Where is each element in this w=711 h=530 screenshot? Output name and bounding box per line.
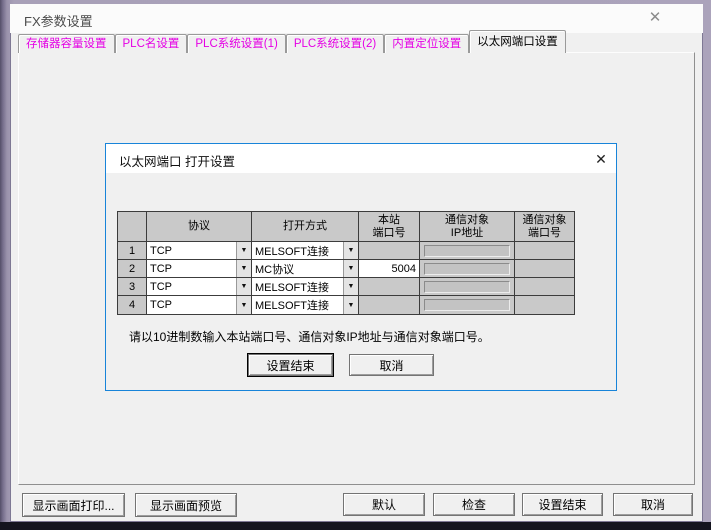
tab-ethernet-port[interactable]: 以太网端口设置 [469, 30, 566, 53]
open-method-select[interactable]: MELSOFT连接▼ [252, 278, 358, 295]
tab-plc-system-2[interactable]: PLC系统设置(2) [286, 34, 384, 53]
dropdown-arrow-icon[interactable]: ▼ [343, 260, 358, 277]
target-port-cell [515, 296, 574, 314]
col-header-open-method: 打开方式 [252, 212, 359, 242]
default-button[interactable]: 默认 [343, 493, 425, 516]
dropdown-arrow-icon[interactable]: ▼ [236, 242, 251, 259]
open-method-select[interactable]: MC协议▼ [252, 260, 358, 277]
target-ip-field [424, 299, 510, 311]
target-port-cell [515, 260, 574, 278]
dialog-close-icon[interactable]: ✕ [590, 149, 612, 169]
table-row: 2 TCP▼ MC协议▼ 5004 [118, 260, 574, 278]
host-port-input[interactable]: 5004 [359, 260, 420, 278]
protocol-select[interactable]: TCP▼ [147, 242, 251, 259]
row-number: 4 [118, 296, 147, 314]
dropdown-arrow-icon[interactable]: ▼ [236, 260, 251, 277]
check-button[interactable]: 检查 [433, 493, 515, 516]
table-header-row: 协议 打开方式 本站端口号 通信对象IP地址 通信对象端口号 [118, 212, 574, 242]
col-header-target-port: 通信对象端口号 [515, 212, 574, 242]
table-row: 4 TCP▼ MELSOFT连接▼ [118, 296, 574, 314]
close-icon[interactable]: ✕ [644, 8, 666, 28]
target-ip-cell [420, 296, 515, 314]
dropdown-arrow-icon[interactable]: ▼ [236, 296, 251, 314]
dialog-cancel-button[interactable]: 取消 [349, 354, 434, 376]
window-title: FX参数设置 [24, 11, 93, 30]
setting-finish-button[interactable]: 设置结束 [522, 493, 603, 516]
open-method-cell: MELSOFT连接▼ [252, 296, 359, 314]
dialog-finish-button[interactable]: 设置结束 [248, 354, 333, 376]
dialog-title: 以太网端口 打开设置 [119, 151, 235, 170]
target-ip-field [424, 263, 510, 275]
open-method-cell: MC协议▼ [252, 260, 359, 278]
dropdown-arrow-icon[interactable]: ▼ [236, 278, 251, 295]
cancel-button[interactable]: 取消 [613, 493, 693, 516]
protocol-cell: TCP▼ [147, 242, 252, 260]
window-titlebar [10, 4, 703, 33]
table-row: 3 TCP▼ MELSOFT连接▼ [118, 278, 574, 296]
protocol-select[interactable]: TCP▼ [147, 260, 251, 277]
row-number: 3 [118, 278, 147, 296]
target-port-cell [515, 278, 574, 296]
open-method-cell: MELSOFT连接▼ [252, 278, 359, 296]
decimal-input-hint: 请以10进制数输入本站端口号、通信对象IP地址与通信对象端口号。 [129, 328, 490, 345]
protocol-select[interactable]: TCP▼ [147, 296, 251, 314]
target-ip-field [424, 281, 510, 293]
target-port-cell [515, 242, 574, 260]
host-port-cell [359, 278, 420, 296]
target-ip-cell [420, 260, 515, 278]
row-number: 2 [118, 260, 147, 278]
show-screen-preview-button[interactable]: 显示画面预览 [135, 493, 237, 517]
open-method-cell: MELSOFT连接▼ [252, 242, 359, 260]
show-screen-print-button[interactable]: 显示画面打印... [22, 493, 125, 517]
open-method-select[interactable]: MELSOFT连接▼ [252, 296, 358, 314]
open-settings-table: 协议 打开方式 本站端口号 通信对象IP地址 通信对象端口号 1 TCP▼ ME… [117, 211, 575, 315]
target-ip-field [424, 245, 510, 257]
col-header-protocol: 协议 [147, 212, 252, 242]
col-header-host-port: 本站端口号 [359, 212, 420, 242]
dropdown-arrow-icon[interactable]: ▼ [343, 296, 358, 314]
table-row: 1 TCP▼ MELSOFT连接▼ [118, 242, 574, 260]
protocol-cell: TCP▼ [147, 260, 252, 278]
target-ip-cell [420, 278, 515, 296]
dropdown-arrow-icon[interactable]: ▼ [343, 278, 358, 295]
tab-bar: 存储器容量设置 PLC名设置 PLC系统设置(1) PLC系统设置(2) 内置定… [18, 32, 566, 53]
dropdown-arrow-icon[interactable]: ▼ [343, 242, 358, 259]
protocol-select[interactable]: TCP▼ [147, 278, 251, 295]
tab-builtin-positioning[interactable]: 内置定位设置 [384, 34, 469, 53]
target-ip-cell [420, 242, 515, 260]
col-header-target-ip: 通信对象IP地址 [420, 212, 515, 242]
tab-plc-name[interactable]: PLC名设置 [115, 34, 188, 53]
screen: FX参数设置 ✕ 存储器容量设置 PLC名设置 PLC系统设置(1) PLC系统… [0, 0, 711, 530]
tab-plc-system-1[interactable]: PLC系统设置(1) [187, 34, 285, 53]
ethernet-open-settings-dialog: 以太网端口 打开设置 ✕ 协议 打开方式 本站端口号 通信对象IP地址 通信对象… [105, 143, 617, 391]
host-port-cell [359, 296, 420, 314]
tab-memory-capacity[interactable]: 存储器容量设置 [18, 34, 115, 53]
protocol-cell: TCP▼ [147, 296, 252, 314]
row-number: 1 [118, 242, 147, 260]
open-method-select[interactable]: MELSOFT连接▼ [252, 242, 358, 259]
col-header-rownum [118, 212, 147, 242]
protocol-cell: TCP▼ [147, 278, 252, 296]
taskbar-strip [0, 522, 711, 530]
host-port-cell [359, 242, 420, 260]
